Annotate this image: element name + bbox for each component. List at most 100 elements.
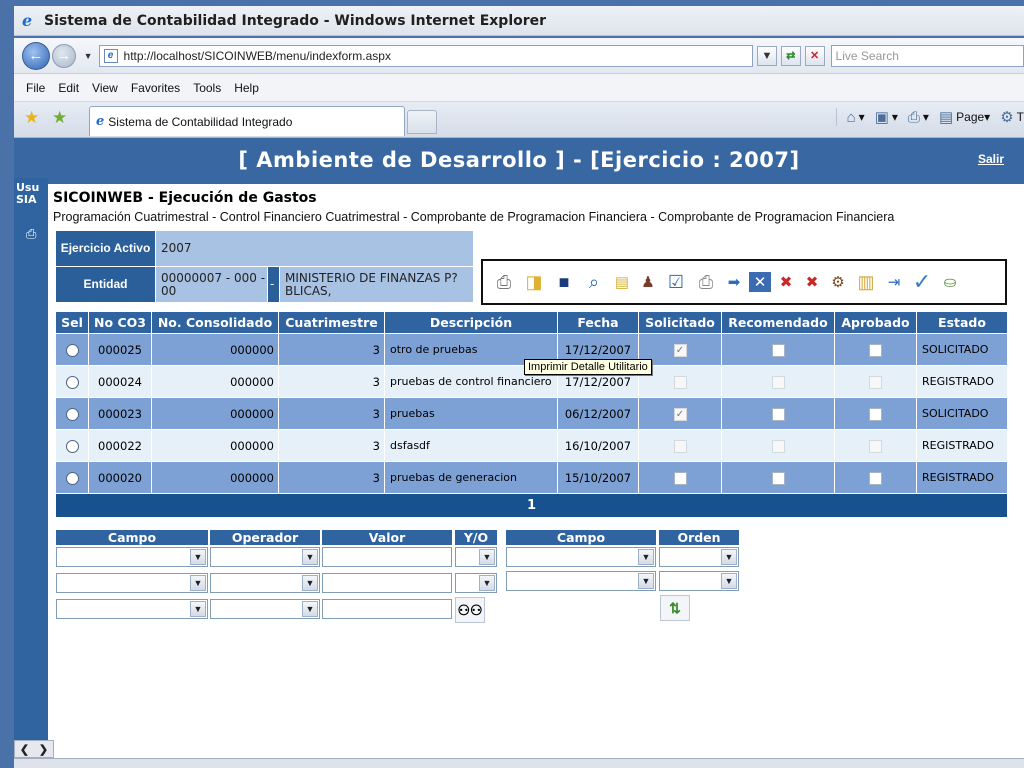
search-button[interactable]: ⚇⚇ [455, 597, 485, 623]
col-aprobado[interactable]: Aprobado [834, 311, 917, 334]
row-select[interactable] [55, 333, 89, 366]
filter-field-select[interactable]: ▼ [56, 573, 208, 593]
checklist-icon[interactable]: ☑ [663, 268, 689, 296]
new-tab-button[interactable] [407, 110, 437, 134]
filter-operator-select[interactable]: ▼ [210, 547, 320, 567]
export-icon[interactable]: ⇥ [883, 268, 905, 296]
history-dropdown-icon[interactable]: ▼ [84, 51, 93, 61]
col-recomendado[interactable]: Recomendado [721, 311, 835, 334]
search-input[interactable]: Live Search [830, 44, 1024, 67]
url-field[interactable]: e http://localhost/SICOINWEB/menu/indexf… [98, 44, 754, 67]
filter-value-input[interactable] [322, 547, 452, 567]
col-no-co3[interactable]: No CO3 [88, 311, 152, 334]
home-button[interactable]: ⌂ ▾ [847, 109, 865, 126]
filter-value-input[interactable] [322, 599, 452, 619]
tools-menu-button[interactable]: ⚙ T [1000, 108, 1024, 126]
url-text: http://localhost/SICOINWEB/menu/indexfor… [123, 48, 391, 63]
filter-field-select[interactable]: ▼ [56, 599, 208, 619]
col-descripcion[interactable]: Descripción [384, 311, 558, 334]
forward-icon[interactable]: ➡ [723, 268, 745, 296]
save-icon[interactable]: ■ [551, 268, 577, 296]
menu-tools[interactable]: Tools [193, 81, 221, 95]
page-number-link[interactable]: 1 [55, 493, 1008, 518]
sort-button[interactable]: ⇅ [660, 595, 690, 621]
scroll-left-icon[interactable]: ❮ [20, 743, 29, 756]
scroll-right-icon[interactable]: ❯ [39, 743, 48, 756]
database-icon[interactable]: ⛀ [939, 268, 961, 296]
add-favorites-icon[interactable]: ★ [52, 108, 67, 128]
aprobado-checkbox[interactable] [869, 407, 882, 421]
table-row[interactable]: 000022 000000 3 dsfasdf 16/10/2007 REGIS… [55, 429, 1008, 462]
row-select[interactable] [55, 429, 89, 462]
solicitado-checkbox[interactable] [673, 471, 687, 485]
favorites-star-icon[interactable]: ★ [24, 108, 39, 128]
delete-row-icon[interactable]: ✖ [775, 268, 797, 296]
document-icon[interactable]: ▤ [611, 268, 633, 296]
back-button[interactable]: ← [22, 41, 50, 70]
stop-button[interactable]: ✕ [804, 45, 825, 66]
filter-logic-select[interactable]: ▼ [455, 573, 497, 593]
computer-icon[interactable]: ⎙ [26, 226, 36, 242]
print-detail-icon[interactable]: ⎙ [693, 268, 719, 296]
app-header: [ Ambiente de Desarrollo ] - [Ejercicio … [14, 138, 1024, 184]
row-radio[interactable] [65, 407, 79, 421]
col-cuatrimestre[interactable]: Cuatrimestre [278, 311, 385, 334]
aprobado-checkbox[interactable] [869, 471, 882, 485]
solicitado-checkbox [673, 439, 687, 453]
cancel-icon[interactable]: ✕ [749, 272, 771, 292]
menu-favorites[interactable]: Favorites [131, 81, 180, 95]
url-dropdown-button[interactable]: ▼ [757, 45, 777, 66]
sort-field-select[interactable]: ▼ [506, 547, 656, 567]
feeds-button[interactable]: ▣ ▾ [875, 108, 898, 126]
menu-edit[interactable]: Edit [58, 81, 79, 95]
sort-field-select[interactable]: ▼ [506, 571, 656, 591]
filter-logic-select[interactable]: ▼ [455, 547, 497, 567]
recomendado-checkbox[interactable] [771, 343, 785, 357]
search-icon[interactable]: ⌕ [581, 268, 607, 296]
print-icon[interactable]: ⎙ [491, 268, 517, 296]
browser-tab[interactable]: e Sistema de Contabilidad Integrado [89, 106, 405, 136]
delete-all-icon[interactable]: ✖ [801, 268, 823, 296]
col-solicitado[interactable]: Solicitado [638, 311, 722, 334]
col-consolidado[interactable]: No. Consolidado [151, 311, 279, 334]
col-estado[interactable]: Estado [916, 311, 1008, 334]
cell-cuatrimestre: 3 [278, 397, 385, 430]
logout-link[interactable]: Salir [978, 152, 1004, 166]
menu-help[interactable]: Help [234, 81, 259, 95]
row-radio[interactable] [65, 439, 79, 453]
menu-file[interactable]: File [26, 81, 45, 95]
chevron-down-icon: ▼ [638, 573, 654, 589]
row-radio[interactable] [65, 343, 79, 357]
sort-order-select[interactable]: ▼ [659, 547, 739, 567]
user-edit-icon[interactable]: ♟ [637, 268, 659, 296]
cell-solicitado: ✓ [638, 397, 722, 430]
report-icon[interactable]: ▥ [853, 268, 879, 296]
menu-view[interactable]: View [92, 81, 118, 95]
forward-button[interactable]: → [51, 43, 76, 68]
row-select[interactable] [55, 461, 89, 494]
horizontal-scroll-buttons[interactable]: ❮ ❯ [14, 740, 54, 758]
filter-value-input[interactable] [322, 573, 452, 593]
filter-operator-select[interactable]: ▼ [210, 599, 320, 619]
row-select[interactable] [55, 365, 89, 398]
page-menu-button[interactable]: ▤ Page ▾ [939, 108, 990, 126]
filter-field-select[interactable]: ▼ [56, 547, 208, 567]
row-select[interactable] [55, 397, 89, 430]
row-radio[interactable] [65, 375, 79, 389]
table-row[interactable]: 000020 000000 3 pruebas de generacion 15… [55, 461, 1008, 494]
tooltip: Imprimir Detalle Utilitario [524, 359, 652, 375]
table-row[interactable]: 000023 000000 3 pruebas 06/12/2007 ✓ SOL… [55, 397, 1008, 430]
aprobado-checkbox[interactable] [869, 343, 882, 357]
sort-order-select[interactable]: ▼ [659, 571, 739, 591]
approve-icon[interactable]: ✓ [909, 268, 935, 296]
filter-operator-select[interactable]: ▼ [210, 573, 320, 593]
open-folder-icon[interactable]: ◨ [521, 268, 547, 296]
refresh-button[interactable]: ⇄ [780, 45, 801, 66]
print-button[interactable]: ⎙ ▾ [908, 109, 929, 126]
row-radio[interactable] [65, 471, 79, 485]
col-sel[interactable]: Sel [55, 311, 89, 334]
recomendado-checkbox[interactable] [771, 407, 785, 421]
col-fecha[interactable]: Fecha [557, 311, 639, 334]
settings-icon[interactable]: ⚙ [827, 268, 849, 296]
recomendado-checkbox[interactable] [771, 471, 785, 485]
